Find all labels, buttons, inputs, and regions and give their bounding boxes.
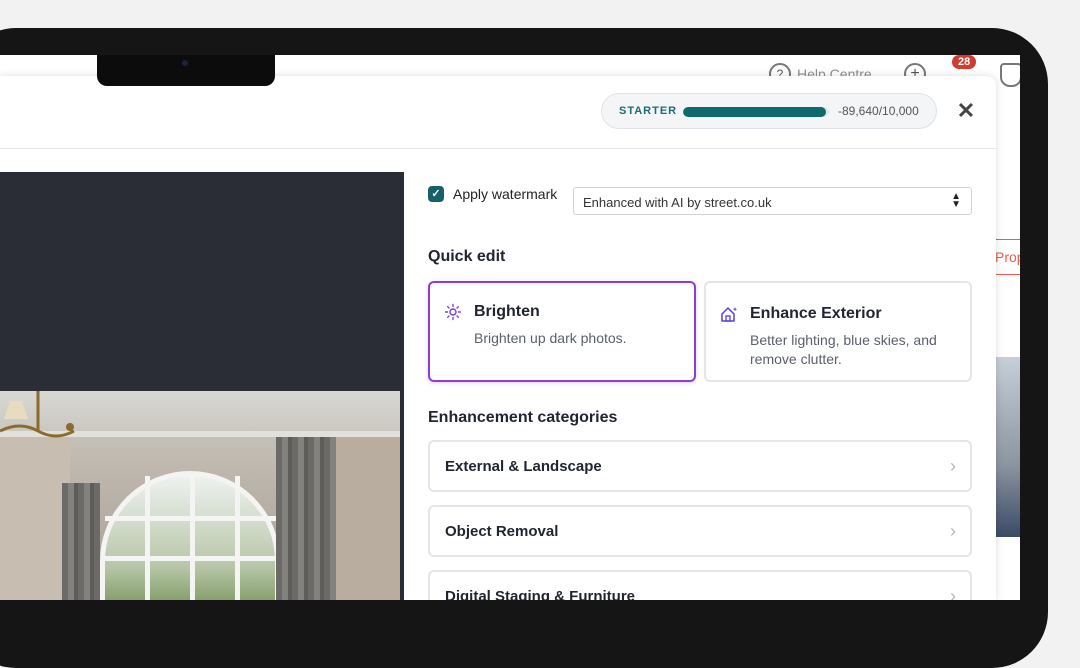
camera-notch [97, 55, 275, 86]
room-photo [0, 391, 400, 600]
quick-edit-title: Quick edit [428, 248, 506, 265]
ai-enhance-modal: STARTER -89,640/10,000 ✕ ✓ Apply waterma… [0, 76, 996, 600]
camera-icon [182, 60, 188, 66]
category-label: Object Removal [445, 523, 559, 540]
sun-icon [444, 303, 462, 321]
category-object-removal[interactable]: Object Removal › [428, 505, 972, 557]
watermark-label: Apply watermark [453, 186, 558, 202]
house-sparkle-icon [721, 307, 738, 322]
property-button[interactable]: Prop [992, 239, 1020, 275]
chevron-right-icon: › [950, 456, 956, 476]
categories-title: Enhancement categories [428, 409, 618, 426]
watermark-select[interactable]: Enhanced with AI by street.co.uk ▲ ▼ [573, 187, 972, 215]
chandelier [0, 391, 75, 438]
modal-header: STARTER -89,640/10,000 ✕ [0, 76, 996, 149]
select-arrows-icon: ▲ ▼ [951, 191, 961, 210]
plan-label: STARTER [619, 105, 678, 117]
watermark-row: ✓ Apply watermark [428, 186, 557, 202]
watermark-checkbox[interactable]: ✓ [428, 186, 444, 202]
credits-indicator: STARTER -89,640/10,000 [601, 93, 937, 129]
trophy-icon[interactable] [1000, 63, 1020, 87]
category-label: Digital Staging & Furniture [445, 588, 635, 600]
card-title: Enhance Exterior [750, 305, 882, 322]
screen: ? Help Centre + 28 Prop STARTER -89,640/… [0, 55, 1020, 600]
category-external-landscape[interactable]: External & Landscape › [428, 440, 972, 492]
edit-panel: ✓ Apply watermark Enhanced with AI by st… [404, 172, 996, 600]
chevron-right-icon: › [950, 586, 956, 600]
card-description: Brighten up dark photos. [474, 330, 627, 346]
card-description: Better lighting, blue skies, and remove … [750, 332, 937, 367]
notification-badge: 28 [952, 55, 977, 69]
category-digital-staging[interactable]: Digital Staging & Furniture › [428, 570, 972, 600]
quick-edit-enhance-exterior[interactable]: Enhance Exterior Better lighting, blue s… [704, 281, 972, 382]
category-label: External & Landscape [445, 458, 602, 475]
credits-progress-bar [683, 107, 829, 117]
chevron-right-icon: › [950, 521, 956, 541]
credits-count: -89,640/10,000 [838, 104, 919, 118]
credits-progress-fill [683, 107, 827, 117]
card-title: Brighten [474, 303, 540, 320]
arched-window [100, 471, 285, 600]
close-button[interactable]: ✕ [956, 100, 976, 122]
image-preview [0, 172, 404, 600]
quick-edit-brighten[interactable]: Brighten Brighten up dark photos. [428, 281, 696, 382]
watermark-select-value: Enhanced with AI by street.co.uk [583, 195, 772, 210]
property-thumbnail [996, 357, 1020, 537]
